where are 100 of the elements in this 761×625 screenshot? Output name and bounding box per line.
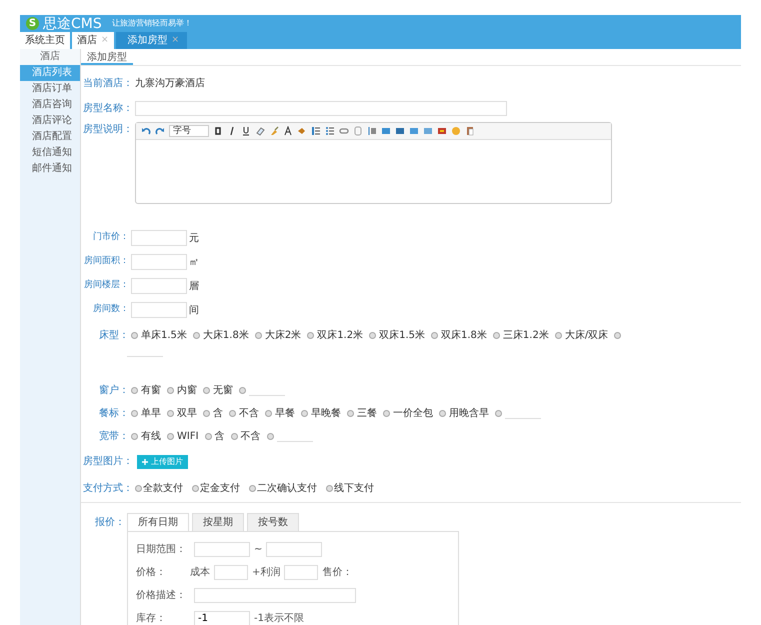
radio-button[interactable] [229,410,236,417]
input-field[interactable] [214,565,248,580]
pricing-tab[interactable]: 所有日期 [127,513,189,531]
redo-icon[interactable] [155,126,165,136]
font-color-icon[interactable] [283,126,293,136]
sidebar-item[interactable]: 酒店配置 [20,129,80,145]
input-field[interactable] [131,302,187,318]
hint-text: -1表示不限 [254,612,304,625]
sidebar-item[interactable]: 酒店评论 [20,113,80,129]
line-height-icon[interactable] [367,126,377,136]
radio-button[interactable] [167,387,174,394]
numbered-list-icon[interactable] [311,126,321,136]
option-label: 不含 [239,406,259,421]
radio-button[interactable] [131,433,138,440]
field-label: 日期范围： [136,542,187,557]
radio-button[interactable] [439,410,446,417]
radio-button[interactable] [204,433,212,440]
pricing-tab[interactable]: 按星期 [192,513,244,531]
radio-button[interactable] [192,332,200,339]
input-field[interactable] [194,542,250,557]
unit-label: ㎡ [189,256,199,270]
pricing-tab[interactable]: 按号数 [247,513,299,531]
field-label: 房间楼层： [83,279,129,292]
input-field[interactable] [284,565,318,580]
option-label: 单床1.5米 [141,328,187,343]
input-field[interactable] [194,588,356,603]
sale-price-label: 售价： [322,566,352,580]
radio-button[interactable] [369,332,376,339]
media-icon[interactable] [437,126,447,136]
range-separator: ~ [254,543,262,557]
input-field[interactable]: -1 [194,611,250,625]
cost-label: 成本 [190,566,210,580]
radio-button[interactable] [265,410,272,417]
radio-button[interactable] [492,332,500,339]
field-label: 窗户： [98,384,129,398]
input-field[interactable] [131,254,187,270]
radio-button[interactable] [495,410,502,417]
option-label: 定金支付 [200,482,240,496]
radio-button[interactable] [614,332,622,339]
input-field[interactable] [135,101,507,116]
option-label: 双床1.5米 [379,328,425,343]
radio-button[interactable] [239,387,246,394]
radio-button[interactable] [131,410,138,417]
field-label: 餐标： [98,406,129,421]
input-field[interactable] [131,230,187,246]
field-label: 房型说明： [83,122,133,137]
option-label: 不含 [240,430,261,444]
radio-button[interactable] [554,332,562,339]
radio-button[interactable] [131,332,138,339]
sidebar-item[interactable]: 短信通知 [20,145,80,161]
undo-icon[interactable] [141,126,151,136]
sidebar-item[interactable]: 邮件通知 [20,161,80,177]
field-label: 当前酒店： [83,76,133,91]
slogan: 让旅游营销轻而易举！ [112,18,192,30]
section-tab[interactable]: 添加房型 [81,49,133,65]
radio-button[interactable] [135,485,142,492]
radio-button[interactable] [307,332,314,339]
link-icon[interactable] [339,126,349,136]
radio-button[interactable] [383,410,390,417]
sidebar-item[interactable]: 酒店咨询 [20,97,80,113]
radio-button[interactable] [230,433,238,440]
option-label: 有窗 [141,384,161,398]
emoji-icon[interactable] [451,126,461,136]
option-label: 含 [213,406,223,421]
option-label: 双床1.2米 [317,328,364,343]
option-label: 单早 [141,406,161,421]
radio-button[interactable] [326,485,333,492]
radio-button[interactable] [431,332,438,339]
bullet-list-icon[interactable] [325,126,335,136]
radio-button[interactable] [254,332,262,339]
option-label: 双早 [177,407,197,421]
sidebar-item[interactable]: 酒店订单 [20,81,80,97]
paste-icon[interactable] [465,126,475,136]
nav-tab[interactable]: 系统主页 [20,32,70,49]
field-label: 房型图片： [83,454,133,469]
input-field[interactable] [131,278,187,294]
rich-text-editor[interactable]: 字号 [135,122,612,204]
option-label: 含 [214,430,225,444]
radio-button[interactable] [167,410,174,417]
option-label: 全款支付 [143,482,183,496]
eraser-icon[interactable] [255,126,265,136]
radio-button[interactable] [301,410,308,417]
unit-label: 層 [189,280,199,294]
underline-icon[interactable] [241,126,251,136]
nav-tab[interactable]: 酒店 × [72,32,114,49]
radio-button[interactable] [131,387,138,394]
radio-button[interactable] [192,485,199,492]
font-size-select[interactable]: 字号 [169,125,209,137]
radio-button[interactable] [167,433,174,440]
field-label: 宽带： [98,430,129,444]
option-label: 三床1.2米 [502,328,549,343]
radio-button[interactable] [347,410,354,417]
radio-button[interactable] [249,485,256,492]
nav-tab[interactable]: 添加房型 × [116,32,188,49]
radio-button[interactable] [203,410,210,417]
input-field[interactable] [266,542,322,557]
radio-button[interactable] [266,433,274,440]
radio-button[interactable] [203,387,210,394]
brush-icon[interactable] [269,126,279,136]
field-label: 房间数： [92,303,129,316]
